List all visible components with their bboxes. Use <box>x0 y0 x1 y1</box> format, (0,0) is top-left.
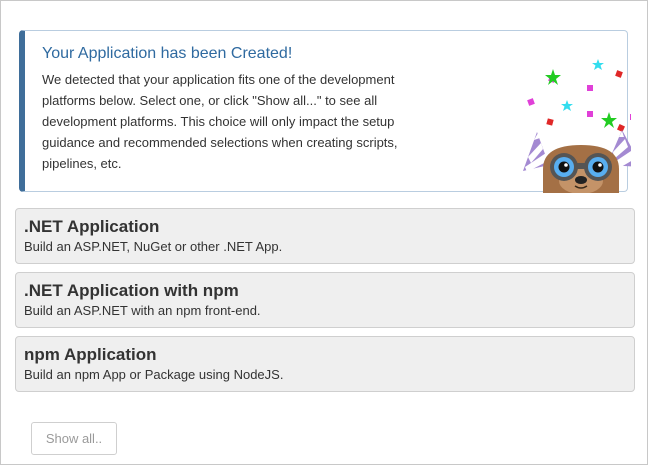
option-dotnet-npm-application[interactable]: .NET Application with npm Build an ASP.N… <box>15 272 635 328</box>
created-callout: Your Application has been Created! We de… <box>19 30 631 193</box>
option-description: Build an npm App or Package using NodeJS… <box>24 367 284 382</box>
option-title: npm Application <box>24 345 157 364</box>
callout-body: We detected that your application fits o… <box>42 72 398 171</box>
show-all-button[interactable]: Show all.. <box>31 422 117 455</box>
option-title: .NET Application with npm <box>24 281 239 300</box>
option-npm-application[interactable]: npm Application Build an npm App or Pack… <box>15 336 635 392</box>
party-otter-mascot-icon <box>523 59 631 193</box>
callout-title: Your Application has been Created! <box>42 45 293 62</box>
option-dotnet-application[interactable]: .NET Application Build an ASP.NET, NuGet… <box>15 208 635 264</box>
option-title: .NET Application <box>24 217 160 236</box>
option-description: Build an ASP.NET, NuGet or other .NET Ap… <box>24 239 283 254</box>
dialog-frame: Your Application has been Created! We de… <box>0 0 648 465</box>
option-description: Build an ASP.NET with an npm front-end. <box>24 303 261 318</box>
